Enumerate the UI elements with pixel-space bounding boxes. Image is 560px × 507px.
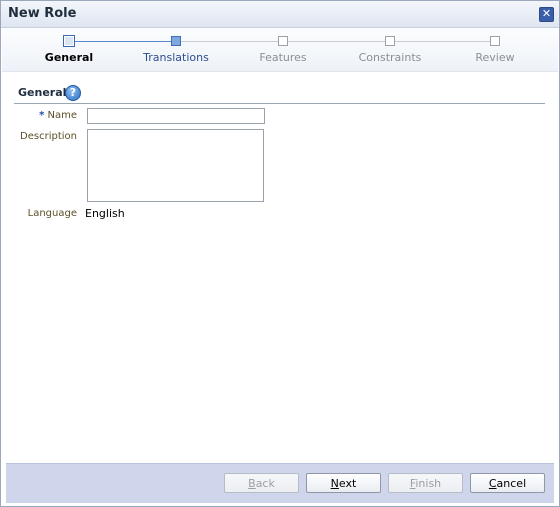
name-input[interactable] [87, 108, 265, 124]
train-stop-marker [385, 36, 395, 46]
button-bar: Back Next Finish Cancel [6, 463, 554, 503]
cancel-mnemonic: C [488, 477, 497, 490]
train-stop-label: Features [259, 51, 307, 64]
train-stop-general[interactable]: General [14, 28, 124, 71]
required-indicator: * [39, 110, 45, 121]
train-stop-label: Review [475, 51, 515, 64]
train-stop-constraints: Constraints [335, 28, 445, 71]
description-label: Description [20, 131, 77, 142]
next-label-rest: ext [338, 477, 357, 490]
back-button[interactable]: Back [224, 473, 299, 493]
train-stop-translations[interactable]: Translations [121, 28, 231, 71]
wizard-train: General Translations Features Constraint… [2, 28, 558, 72]
title-bar[interactable]: New Role ✕ [1, 1, 559, 28]
train-stop-marker [63, 35, 75, 47]
language-label: Language [27, 208, 77, 219]
finish-label-rest: inish [415, 477, 442, 490]
section-title: General [18, 86, 67, 99]
cancel-button[interactable]: Cancel [470, 473, 545, 493]
new-role-dialog: New Role ✕ General Translations Features… [0, 0, 560, 507]
next-mnemonic: N [330, 477, 339, 490]
name-label-text: Name [47, 110, 77, 121]
train-stop-label: Constraints [358, 51, 422, 64]
help-icon[interactable]: ? [65, 85, 81, 101]
train-stop-marker [490, 36, 500, 46]
back-label-rest: ack [255, 477, 275, 490]
train-stop-features: Features [228, 28, 338, 71]
close-icon[interactable]: ✕ [539, 7, 554, 22]
description-textarea[interactable] [87, 129, 264, 202]
train-stop-label: Translations [143, 51, 209, 64]
dialog-title: New Role [8, 6, 77, 21]
train-stop-marker [171, 36, 181, 46]
section-divider [14, 103, 545, 104]
language-value: English [85, 207, 125, 220]
back-mnemonic: B [248, 477, 256, 490]
name-label: * Name [5, 110, 77, 121]
train-stop-label: General [44, 51, 94, 64]
finish-button[interactable]: Finish [388, 473, 463, 493]
next-button[interactable]: Next [306, 473, 381, 493]
cancel-label-rest: ancel [496, 477, 527, 490]
train-stop-marker [278, 36, 288, 46]
train-stop-review: Review [440, 28, 550, 71]
